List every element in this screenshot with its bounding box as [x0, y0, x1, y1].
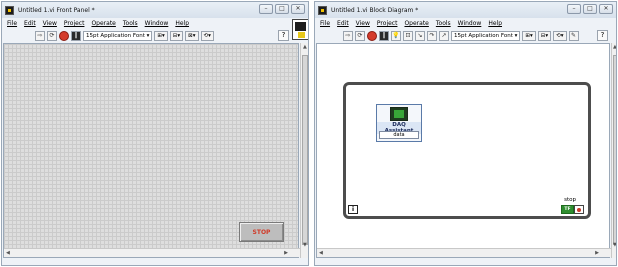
stop-terminal-label: stop — [564, 197, 576, 203]
scroll-up-icon[interactable]: ▲ — [613, 44, 616, 50]
menu-operate[interactable]: Operate — [404, 20, 428, 27]
daq-assistant-node[interactable]: DAQ Assistant data — [376, 104, 422, 142]
front-panel-titlebar[interactable]: Untitled 1.vi Front Panel * – □ ✕ — [2, 2, 308, 18]
block-diagram-toolbar: ⇨ ⟳ ‖ 💡 ⊡ ↘ ↷ ↗ 15pt Application Font ▾ … — [315, 29, 616, 42]
close-button[interactable]: ✕ — [599, 4, 613, 14]
iteration-terminal[interactable]: i — [348, 205, 358, 214]
scroll-up-icon[interactable]: ▲ — [303, 44, 307, 50]
scroll-right-icon[interactable]: ▶ — [284, 250, 288, 256]
minimize-button[interactable]: – — [259, 4, 273, 14]
menu-view[interactable]: View — [356, 20, 370, 27]
highlight-execution-icon[interactable]: 💡 — [391, 30, 401, 41]
menu-window[interactable]: Window — [145, 20, 169, 27]
minimize-button[interactable]: – — [567, 4, 581, 14]
scroll-right-icon[interactable]: ▶ — [595, 250, 599, 256]
front-panel-window: Untitled 1.vi Front Panel * – □ ✕ File E… — [1, 1, 309, 266]
menu-view[interactable]: View — [43, 20, 57, 27]
front-panel-vertical-scrollbar[interactable]: ▲ ▼ — [300, 43, 308, 258]
front-panel-canvas[interactable]: STOP ◀ ▶ — [3, 43, 300, 258]
font-selector[interactable]: 15pt Application Font ▾ — [451, 30, 521, 41]
block-diagram-title: Untitled 1.vi Block Diagram * — [331, 6, 419, 14]
abort-execution-icon[interactable] — [367, 30, 377, 41]
font-selector[interactable]: 15pt Application Font ▾ — [83, 30, 153, 41]
front-panel-title: Untitled 1.vi Front Panel * — [18, 6, 95, 14]
front-panel-toolbar: ⇨ ⟳ ‖ 15pt Application Font ▾ ⊞▾ ⊟▾ ⊠▾ ⟲… — [2, 29, 308, 42]
scroll-left-icon[interactable]: ◀ — [319, 250, 323, 256]
front-panel-menubar: File Edit View Project Operate Tools Win… — [2, 19, 308, 28]
menu-help[interactable]: Help — [488, 20, 502, 27]
block-diagram-horizontal-scrollbar[interactable]: ◀ ▶ — [317, 248, 611, 257]
labview-app-icon — [5, 5, 14, 15]
retain-wire-values-icon[interactable]: ⊡ — [403, 30, 413, 41]
scroll-down-icon[interactable]: ▼ — [613, 242, 616, 248]
run-arrow-icon[interactable]: ⇨ — [35, 30, 45, 41]
reorder-dropdown[interactable]: ⟲▾ — [553, 30, 567, 41]
reorder-dropdown[interactable]: ⟲▾ — [200, 30, 214, 41]
pause-icon[interactable]: ‖ — [71, 30, 81, 41]
stop-button[interactable]: STOP — [239, 222, 284, 242]
align-objects-dropdown[interactable]: ⊞▾ — [154, 30, 168, 41]
clean-up-diagram-icon[interactable]: ✎ — [568, 30, 579, 41]
scroll-thumb[interactable] — [613, 55, 616, 245]
menu-tools[interactable]: Tools — [436, 20, 451, 27]
menu-window[interactable]: Window — [458, 20, 482, 27]
run-continuously-icon[interactable]: ⟳ — [47, 30, 57, 41]
block-diagram-menubar: File Edit View Project Operate Tools Win… — [315, 19, 616, 28]
font-selector-label: 15pt Application Font — [454, 32, 513, 39]
conditional-stop-icon[interactable] — [574, 205, 584, 214]
labview-app-icon — [318, 5, 327, 15]
scroll-left-icon[interactable]: ◀ — [6, 250, 10, 256]
daq-assistant-icon — [390, 107, 408, 121]
resize-objects-dropdown[interactable]: ⊠▾ — [185, 30, 199, 41]
context-help-icon[interactable]: ? — [597, 30, 608, 41]
scroll-down-icon[interactable]: ▼ — [303, 242, 307, 248]
while-loop[interactable]: DAQ Assistant data i stop TF — [343, 82, 591, 219]
step-into-icon[interactable]: ↘ — [415, 30, 425, 41]
close-button[interactable]: ✕ — [291, 4, 305, 14]
abort-execution-icon[interactable] — [59, 30, 69, 41]
menu-project[interactable]: Project — [64, 20, 85, 27]
font-selector-label: 15pt Application Font — [86, 32, 145, 39]
menu-tools[interactable]: Tools — [123, 20, 138, 27]
step-out-icon[interactable]: ↗ — [439, 30, 449, 41]
run-continuously-icon[interactable]: ⟳ — [355, 30, 365, 41]
menu-edit[interactable]: Edit — [337, 20, 349, 27]
daq-data-output[interactable]: data — [379, 131, 419, 139]
block-diagram-window: Untitled 1.vi Block Diagram * – □ ✕ File… — [314, 1, 617, 266]
block-diagram-titlebar[interactable]: Untitled 1.vi Block Diagram * – □ ✕ — [315, 2, 616, 18]
menu-help[interactable]: Help — [175, 20, 189, 27]
maximize-button[interactable]: □ — [583, 4, 597, 14]
distribute-objects-dropdown[interactable]: ⊟▾ — [537, 30, 552, 41]
align-objects-dropdown[interactable]: ⊞▾ — [522, 30, 536, 41]
stop-terminal[interactable]: TF — [561, 205, 585, 214]
step-over-icon[interactable]: ↷ — [427, 30, 437, 41]
distribute-objects-dropdown[interactable]: ⊟▾ — [169, 30, 184, 41]
pause-icon[interactable]: ‖ — [379, 30, 389, 41]
block-diagram-vertical-scrollbar[interactable]: ▲ ▼ — [611, 43, 616, 258]
run-arrow-icon[interactable]: ⇨ — [343, 30, 353, 41]
menu-operate[interactable]: Operate — [91, 20, 115, 27]
context-help-icon[interactable]: ? — [278, 30, 289, 41]
scroll-thumb[interactable] — [302, 55, 308, 245]
menu-file[interactable]: File — [320, 20, 330, 27]
menu-file[interactable]: File — [7, 20, 17, 27]
block-diagram-canvas[interactable]: DAQ Assistant data i stop TF ◀ ▶ — [316, 43, 611, 258]
menu-edit[interactable]: Edit — [24, 20, 36, 27]
maximize-button[interactable]: □ — [275, 4, 289, 14]
menu-project[interactable]: Project — [377, 20, 398, 27]
front-panel-horizontal-scrollbar[interactable]: ◀ ▶ — [4, 248, 300, 257]
stop-button-label: STOP — [252, 228, 271, 236]
vi-icon[interactable] — [292, 19, 308, 40]
stop-boolean-terminal[interactable]: TF — [561, 205, 574, 214]
